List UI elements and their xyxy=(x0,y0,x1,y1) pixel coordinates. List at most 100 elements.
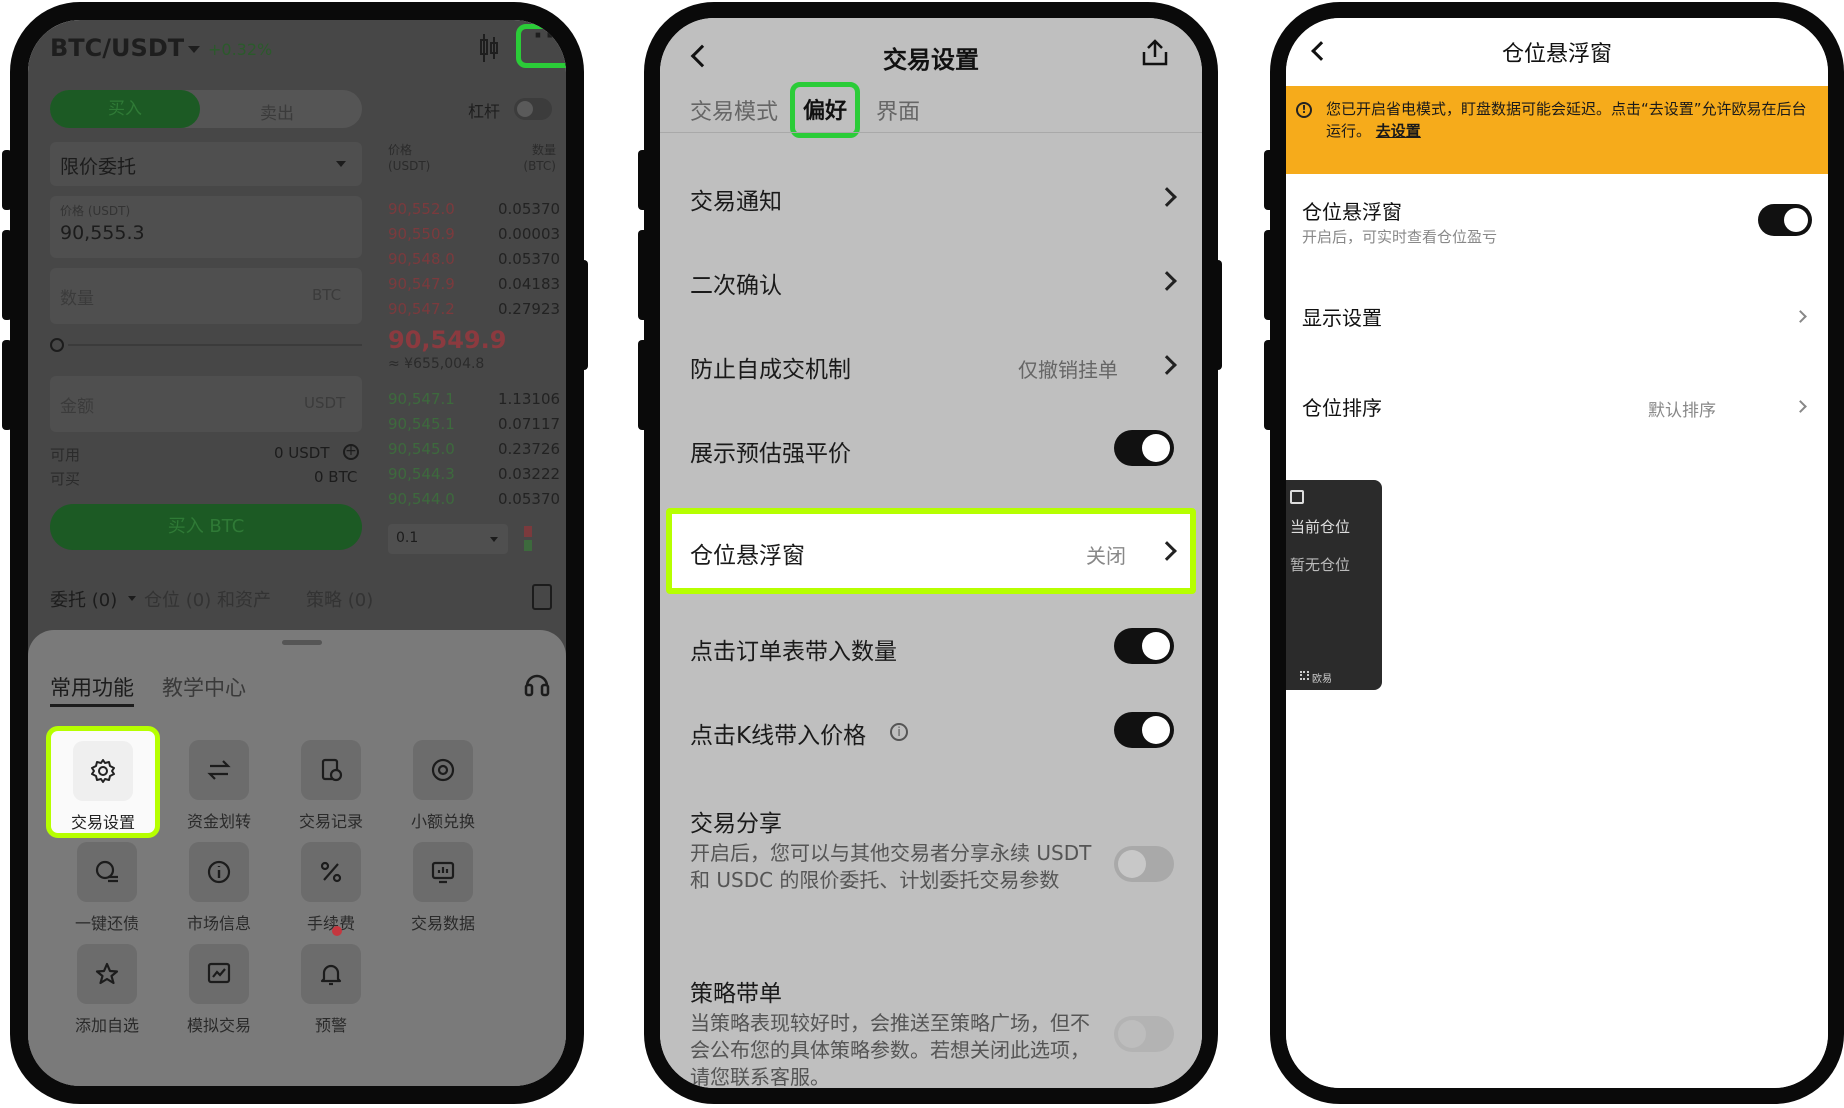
chevron-right-icon xyxy=(1794,310,1807,323)
bid-quantity[interactable]: 0.03222 xyxy=(498,465,560,483)
pair-title[interactable]: BTC/USDT xyxy=(50,34,184,62)
trade-settings-screen: 交易设置 交易模式 偏好 界面 交易通知 二次确认 防止自成交机制 仅撤销挂单 … xyxy=(660,18,1202,1088)
leverage-toggle[interactable] xyxy=(514,98,552,120)
function-tile[interactable]: 市场信息 xyxy=(162,828,276,933)
click-kline-price-toggle[interactable] xyxy=(1114,712,1174,748)
sheet-grabber[interactable] xyxy=(282,640,322,645)
float-widget-preview[interactable]: 当前仓位 暂无仓位 欧易 xyxy=(1286,480,1382,690)
chevron-right-icon xyxy=(1157,187,1177,207)
row-liquidation-price: 展示预估强平价 xyxy=(660,406,1202,490)
float-window-toggle[interactable] xyxy=(1758,204,1812,236)
tab-positions[interactable]: 仓位 (0) 和资产 xyxy=(144,586,271,612)
widget-current-position: 当前仓位 xyxy=(1290,518,1351,536)
bid-quantity[interactable]: 0.07117 xyxy=(498,415,560,433)
row-label: 防止自成交机制 xyxy=(690,357,851,383)
row-label: 交易通知 xyxy=(690,189,782,215)
ask-quantity[interactable]: 0.04183 xyxy=(498,275,560,293)
row-label: 点击K线带入价格 xyxy=(690,723,867,749)
last-price-fiat: ≈ ¥655,004.8 xyxy=(388,356,485,372)
share-icon[interactable] xyxy=(1140,38,1170,68)
transfer-icon xyxy=(189,740,249,800)
liq-price-toggle[interactable] xyxy=(1114,430,1174,466)
bid-quantity[interactable]: 0.05370 xyxy=(498,490,560,508)
widget-expand-icon[interactable] xyxy=(1290,490,1304,504)
function-tile[interactable]: 添加自选 xyxy=(50,930,164,1035)
tab-interface[interactable]: 界面 xyxy=(876,94,920,126)
info-icon[interactable]: i xyxy=(890,723,908,741)
available-label: 可用 xyxy=(50,446,81,464)
row-self-trade-prevention[interactable]: 防止自成交机制 仅撤销挂单 xyxy=(660,322,1202,406)
row-position-sort[interactable]: 仓位排序 默认排序 xyxy=(1286,370,1828,440)
ask-price[interactable]: 90,547.2 xyxy=(388,300,455,318)
tab-trade-mode[interactable]: 交易模式 xyxy=(690,94,778,126)
ask-price[interactable]: 90,547.9 xyxy=(388,275,455,293)
pair-dropdown-icon[interactable] xyxy=(188,46,200,53)
row-trade-notify[interactable]: 交易通知 xyxy=(660,154,1202,238)
row-label: 交易分享 xyxy=(690,811,782,837)
percent-slider-handle[interactable] xyxy=(50,338,64,352)
buy-tab[interactable]: 买入 xyxy=(50,90,200,128)
go-settings-link[interactable]: 去设置 xyxy=(1376,122,1421,140)
bid-price[interactable]: 90,547.1 xyxy=(388,390,455,408)
quantity-input[interactable]: 数量 BTC xyxy=(50,268,362,324)
tab-common-functions[interactable]: 常用功能 xyxy=(50,672,134,702)
gear-icon xyxy=(73,741,133,801)
function-tile[interactable]: 一键还债 xyxy=(50,828,164,933)
ask-quantity[interactable]: 0.05370 xyxy=(498,250,560,268)
bid-price[interactable]: 90,544.3 xyxy=(388,465,455,483)
bid-quantity[interactable]: 1.13106 xyxy=(498,390,560,408)
headset-icon[interactable] xyxy=(524,670,550,698)
ask-price[interactable]: 90,552.0 xyxy=(388,200,455,218)
ask-price[interactable]: 90,548.0 xyxy=(388,250,455,268)
function-tile[interactable]: 资金划转 xyxy=(162,726,276,831)
sell-tab[interactable]: 卖出 xyxy=(260,99,294,124)
row-label: 仓位悬浮窗 xyxy=(690,543,805,569)
tab-strategies[interactable]: 策略 (0) xyxy=(306,586,373,612)
last-price: 90,549.9 xyxy=(388,326,507,354)
function-tile[interactable]: 小额兑换 xyxy=(386,726,500,831)
order-type-select[interactable]: 限价委托 xyxy=(50,142,362,186)
power-saving-banner: ! 您已开启省电模式，盯盘数据可能会延迟。点击“去设置”允许欧易在后台运行。 去… xyxy=(1286,86,1828,174)
tab-preferences[interactable]: 偏好 xyxy=(790,82,860,138)
ask-quantity[interactable]: 0.00003 xyxy=(498,225,560,243)
function-tile[interactable]: 手续费 xyxy=(274,828,388,933)
ask-quantity[interactable]: 0.27923 xyxy=(498,300,560,318)
bid-price[interactable]: 90,545.0 xyxy=(388,440,455,458)
strategy-copy-toggle[interactable] xyxy=(1114,1016,1174,1052)
trade-settings-tile[interactable]: 交易设置 xyxy=(46,726,160,838)
trade-screen: BTC/USDT +0.32% ··· 买入 卖出 杠杆 限价委托 价格 (US… xyxy=(28,20,566,1086)
trade-share-toggle[interactable] xyxy=(1114,846,1174,882)
bid-quantity[interactable]: 0.23726 xyxy=(498,440,560,458)
chevron-right-icon xyxy=(1794,400,1807,413)
row-click-order-qty: 点击订单表带入数量 xyxy=(660,606,1202,690)
candlestick-icon[interactable] xyxy=(478,34,500,62)
function-tile[interactable]: 预警 xyxy=(274,930,388,1035)
ask-price[interactable]: 90,550.9 xyxy=(388,225,455,243)
price-input[interactable]: 价格 (USDT) 90,555.3 xyxy=(50,196,362,258)
row-position-float-window[interactable]: 仓位悬浮窗 关闭 xyxy=(666,508,1196,594)
depth-select[interactable]: 0.1 xyxy=(388,524,508,554)
orderbook-view-icon[interactable] xyxy=(524,526,534,552)
more-button[interactable]: ··· xyxy=(516,21,566,68)
row-second-confirm[interactable]: 二次确认 xyxy=(660,238,1202,322)
ask-quantity[interactable]: 0.05370 xyxy=(498,200,560,218)
function-tile[interactable]: 交易记录 xyxy=(274,726,388,831)
function-tile[interactable]: 模拟交易 xyxy=(162,930,276,1035)
add-funds-icon[interactable]: + xyxy=(343,444,359,460)
amount-input[interactable]: 金额 USDT xyxy=(50,376,362,432)
repay-icon xyxy=(77,842,137,902)
tab-preferences-label: 偏好 xyxy=(803,99,848,124)
tabs-divider xyxy=(660,132,1202,133)
available-value: 0 USDT xyxy=(274,444,330,462)
history-icon[interactable] xyxy=(532,584,552,610)
bid-price[interactable]: 90,545.1 xyxy=(388,415,455,433)
click-order-qty-toggle[interactable] xyxy=(1114,628,1174,664)
percent-slider-track[interactable] xyxy=(68,344,362,346)
buy-btc-button[interactable]: 买入 BTC xyxy=(50,504,362,550)
row-display-settings[interactable]: 显示设置 xyxy=(1286,280,1828,350)
tab-orders[interactable]: 委托 (0) xyxy=(50,586,117,612)
function-tile[interactable]: 交易数据 xyxy=(386,828,500,933)
tab-teaching-center[interactable]: 教学中心 xyxy=(162,672,246,702)
demo-icon xyxy=(189,944,249,1004)
bid-price[interactable]: 90,544.0 xyxy=(388,490,455,508)
